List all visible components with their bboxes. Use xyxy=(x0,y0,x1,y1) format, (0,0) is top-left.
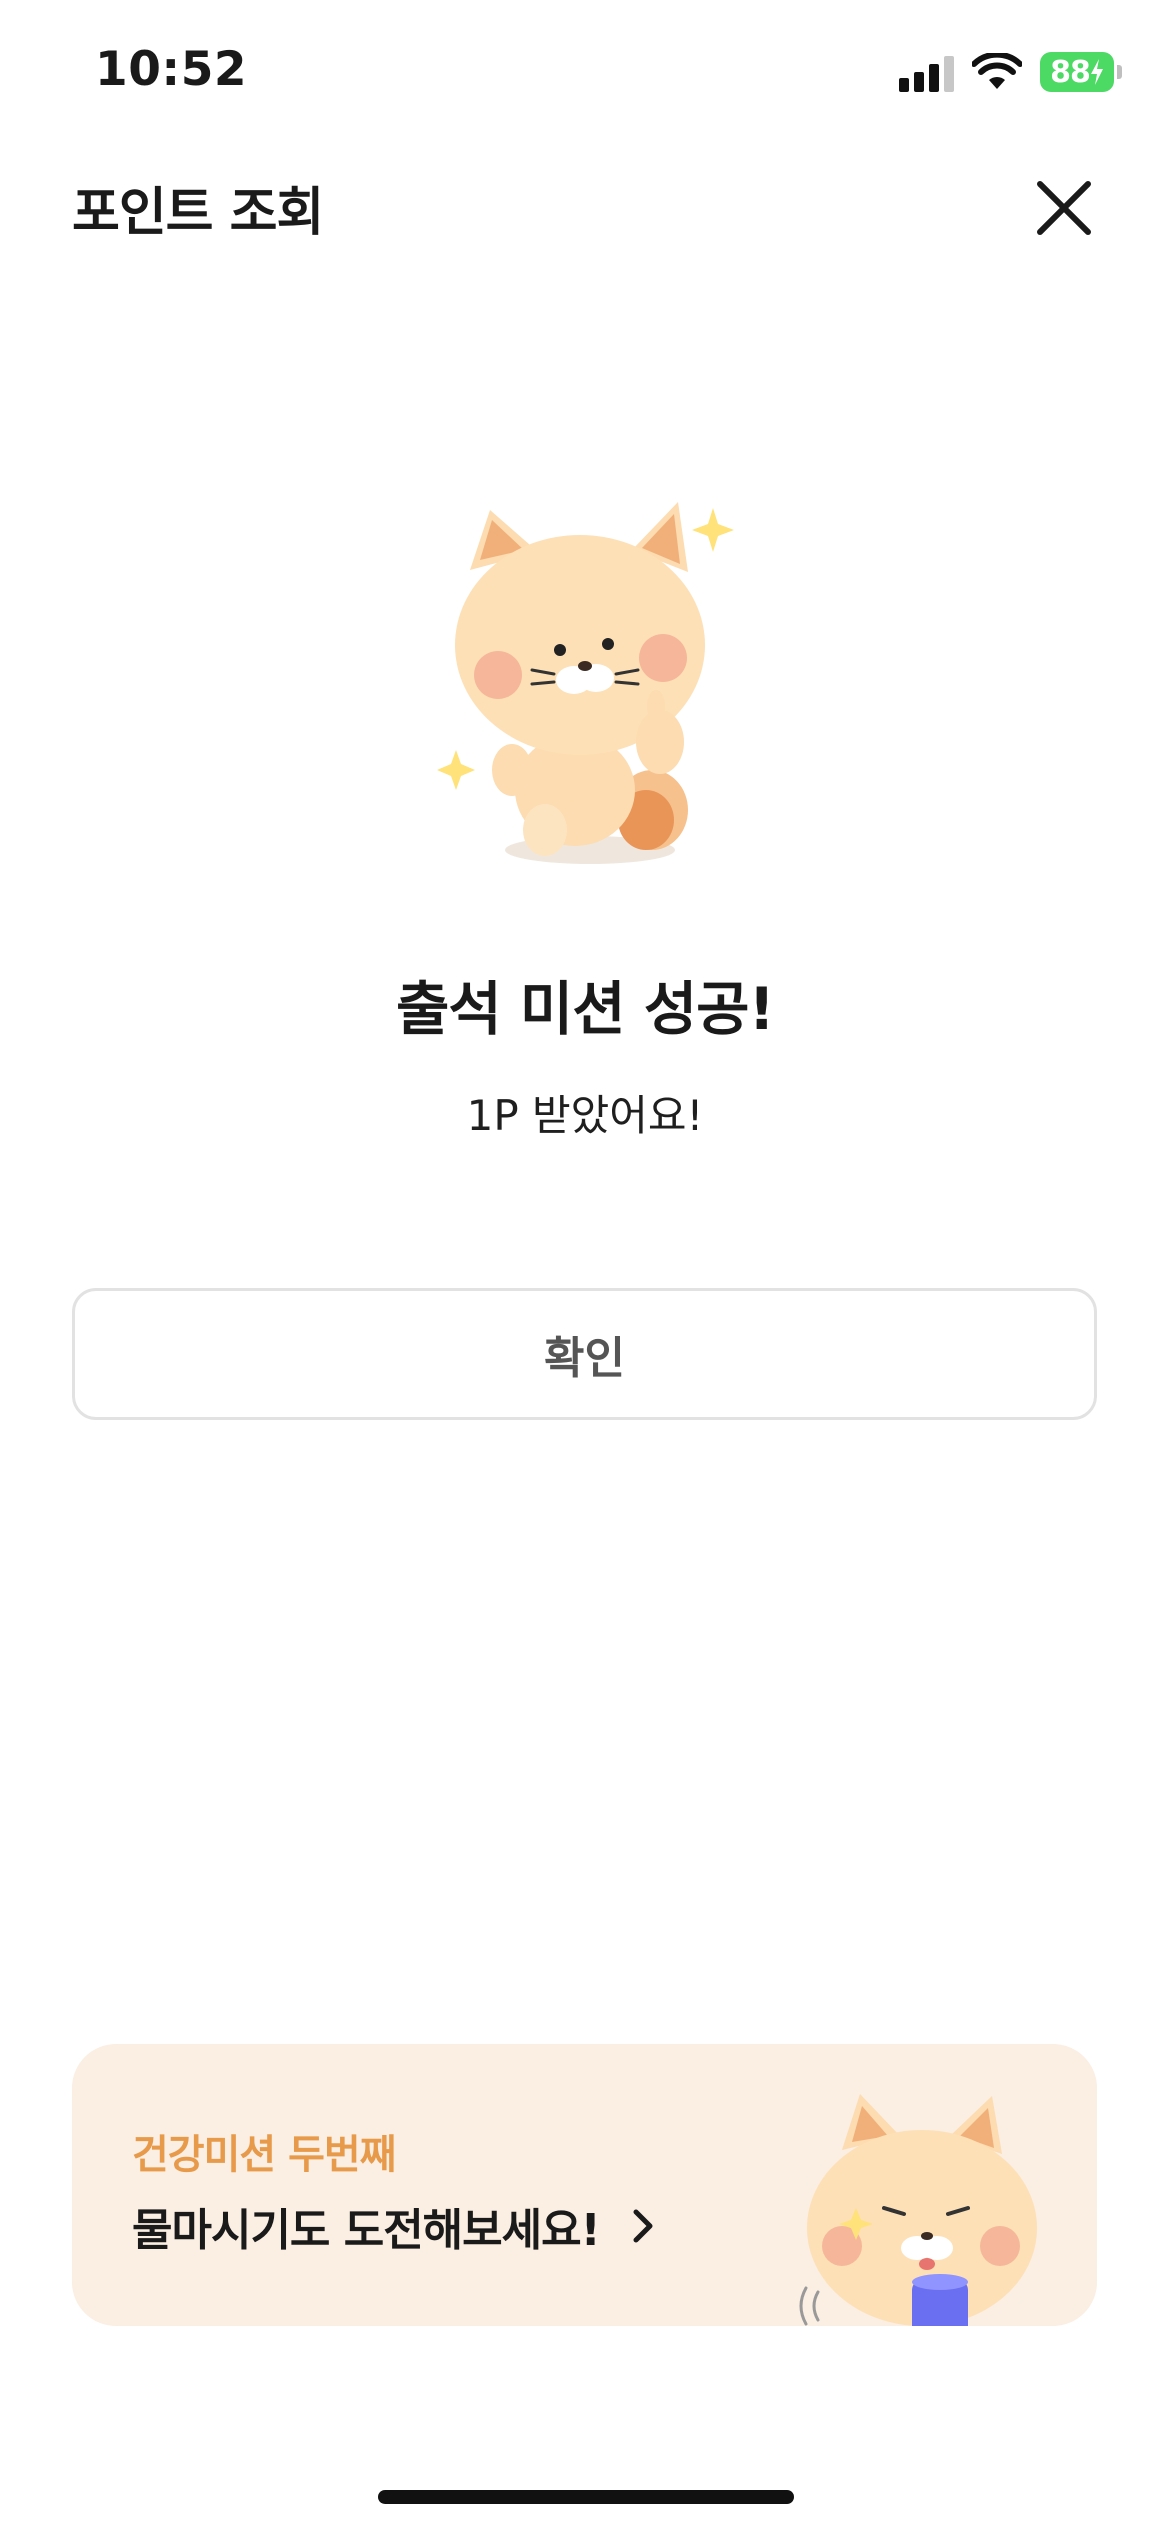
chevron-right-icon xyxy=(633,2209,653,2243)
close-icon[interactable] xyxy=(1028,172,1100,244)
page-title: 포인트 조회 xyxy=(72,183,324,243)
screen: 10:52 88 포인트 조회 출석 미션 성공! 1P 받았어요! 확인 건강… xyxy=(0,0,1170,2532)
mascot-illustration xyxy=(437,502,734,864)
promo-title-row: 물마시기도 도전해보세요! xyxy=(132,2194,658,2258)
promo-title: 물마시기도 도전해보세요! xyxy=(132,2205,601,2256)
promo-mascot-illustration xyxy=(799,2094,1037,2326)
signal-icon xyxy=(899,52,954,92)
wifi-icon xyxy=(972,53,1022,89)
battery-icon: 88 xyxy=(1040,52,1122,92)
promo-subtitle: 건강미션 두번째 xyxy=(132,2132,397,2178)
promo-banner[interactable]: 건강미션 두번째 물마시기도 도전해보세요! xyxy=(72,2044,1097,2326)
status-bar: 10:52 88 xyxy=(0,0,1170,150)
status-time: 10:52 xyxy=(95,42,248,97)
home-indicator xyxy=(378,2490,794,2504)
charging-bolt-icon xyxy=(1090,59,1103,85)
status-icons: 88 xyxy=(899,52,1122,92)
confirm-button[interactable]: 확인 xyxy=(72,1288,1097,1420)
battery-level: 88 xyxy=(1050,54,1091,90)
points-earned-text: 1P 받았어요! xyxy=(466,1091,704,1140)
success-title: 출석 미션 성공! xyxy=(396,975,775,1043)
